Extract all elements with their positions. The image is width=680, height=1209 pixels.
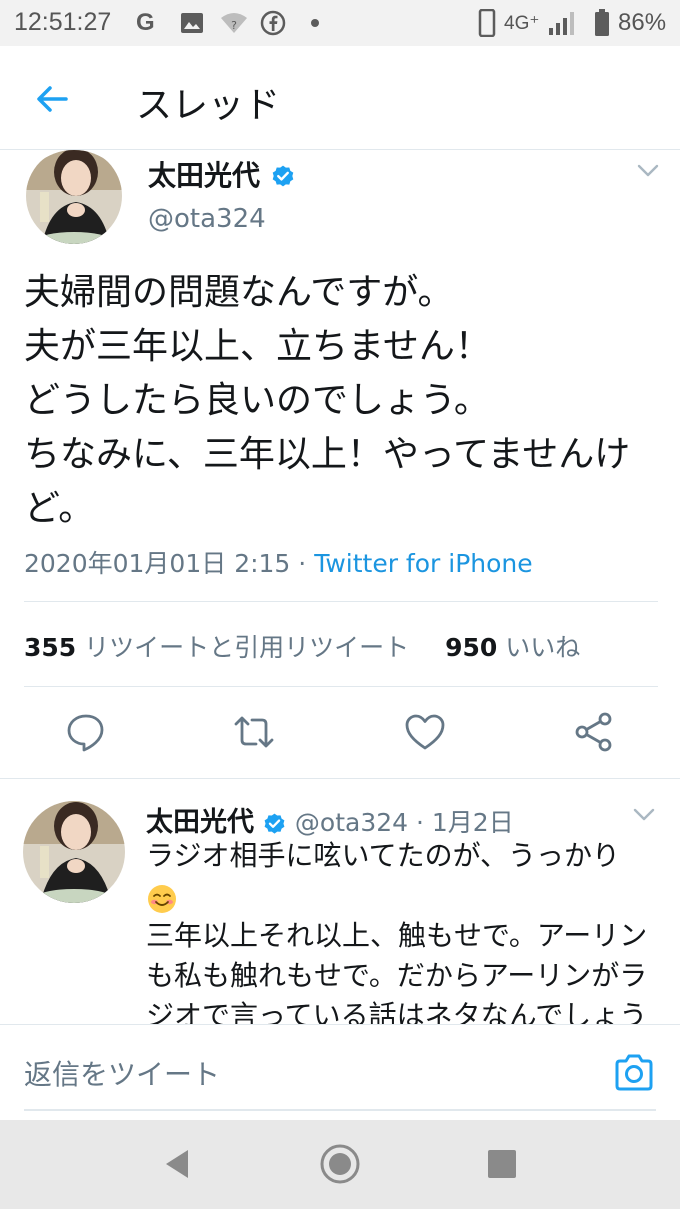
- emoji-line: [146, 876, 662, 916]
- reply-icon[interactable]: [64, 710, 108, 754]
- likes-count: 950: [445, 633, 498, 662]
- retweets-count: 355: [24, 633, 77, 662]
- status-bar: 12:51:27 G ? 4G⁺ 86%: [0, 0, 680, 46]
- handle[interactable]: @ota324: [148, 204, 266, 234]
- phone-icon: [478, 9, 496, 37]
- avatar[interactable]: [22, 150, 126, 244]
- reply-text-rest: 三年以上それ以上、触もせで。アーリンも私も触れもせで。だからアーリンがラジオで言…: [146, 919, 648, 1024]
- display-name[interactable]: 太田光代: [148, 154, 296, 194]
- status-time: 12:51:27: [14, 8, 112, 36]
- divider: [24, 686, 658, 687]
- input-underline: [24, 1109, 656, 1111]
- facebook-icon: [260, 10, 286, 36]
- share-icon[interactable]: [572, 710, 616, 754]
- compose-bar: 返信をツイート: [0, 1024, 680, 1120]
- chevron-down-icon[interactable]: [634, 160, 662, 180]
- camera-icon[interactable]: [612, 1051, 656, 1095]
- chevron-down-icon[interactable]: [630, 804, 658, 824]
- tweet-text: 夫婦間の問題なんですが。 夫が三年以上、立ちません！ どうしたら良いのでしょう。…: [24, 272, 631, 529]
- google-icon: G: [136, 9, 155, 36]
- retweet-icon[interactable]: [232, 710, 276, 754]
- likes-label: いいね: [505, 633, 581, 662]
- divider: [24, 601, 658, 602]
- back-triangle-icon[interactable]: [156, 1142, 200, 1186]
- battery-percent: 86%: [618, 9, 667, 36]
- tweet-source-link[interactable]: Twitter for iPhone: [314, 549, 532, 578]
- recents-square-icon[interactable]: [480, 1142, 524, 1186]
- svg-text:?: ?: [231, 19, 237, 32]
- verified-badge-icon: [272, 165, 294, 187]
- like-heart-icon[interactable]: [403, 710, 447, 754]
- arrow-left-icon[interactable]: [30, 76, 76, 122]
- meta-separator: ·: [290, 549, 315, 578]
- smiling-face-emoji-icon: [148, 885, 176, 913]
- retweets-label: リツイートと引用リツイート: [84, 633, 410, 662]
- dot-icon: [311, 19, 319, 27]
- wifi-question-icon: ?: [221, 13, 247, 33]
- system-nav-bar: [0, 1120, 680, 1209]
- app-bar: スレッド: [0, 46, 680, 150]
- reply-text-line: ラジオ相手に呟いてたのが、うっかり: [146, 839, 621, 872]
- divider: [0, 778, 680, 779]
- image-icon: [181, 13, 203, 33]
- reply-text-clip: ラジオ相手に呟いてたのが、うっかり 三年以上それ以上、触もせで。アーリンも私も触…: [0, 830, 680, 1024]
- tweet-meta: 2020年01月01日 2:15 · Twitter for iPhone: [24, 544, 533, 580]
- tweet-date: 2020年01月01日 2:15: [24, 549, 291, 578]
- reply-input[interactable]: 返信をツイート: [24, 1053, 220, 1093]
- network-type: 4G⁺: [504, 13, 540, 34]
- signal-icon: [549, 12, 574, 35]
- home-circle-icon[interactable]: [318, 1142, 362, 1186]
- tweet-stats: 355 リツイートと引用リツイート 950 いいね: [24, 628, 580, 664]
- page-title: スレッド: [136, 85, 281, 126]
- battery-icon: [595, 9, 609, 36]
- likes-stat[interactable]: 950 いいね: [445, 633, 580, 662]
- retweets-stat[interactable]: 355 リツイートと引用リツイート: [24, 633, 409, 662]
- reply-text: ラジオ相手に呟いてたのが、うっかり 三年以上それ以上、触もせで。アーリンも私も触…: [146, 836, 662, 1024]
